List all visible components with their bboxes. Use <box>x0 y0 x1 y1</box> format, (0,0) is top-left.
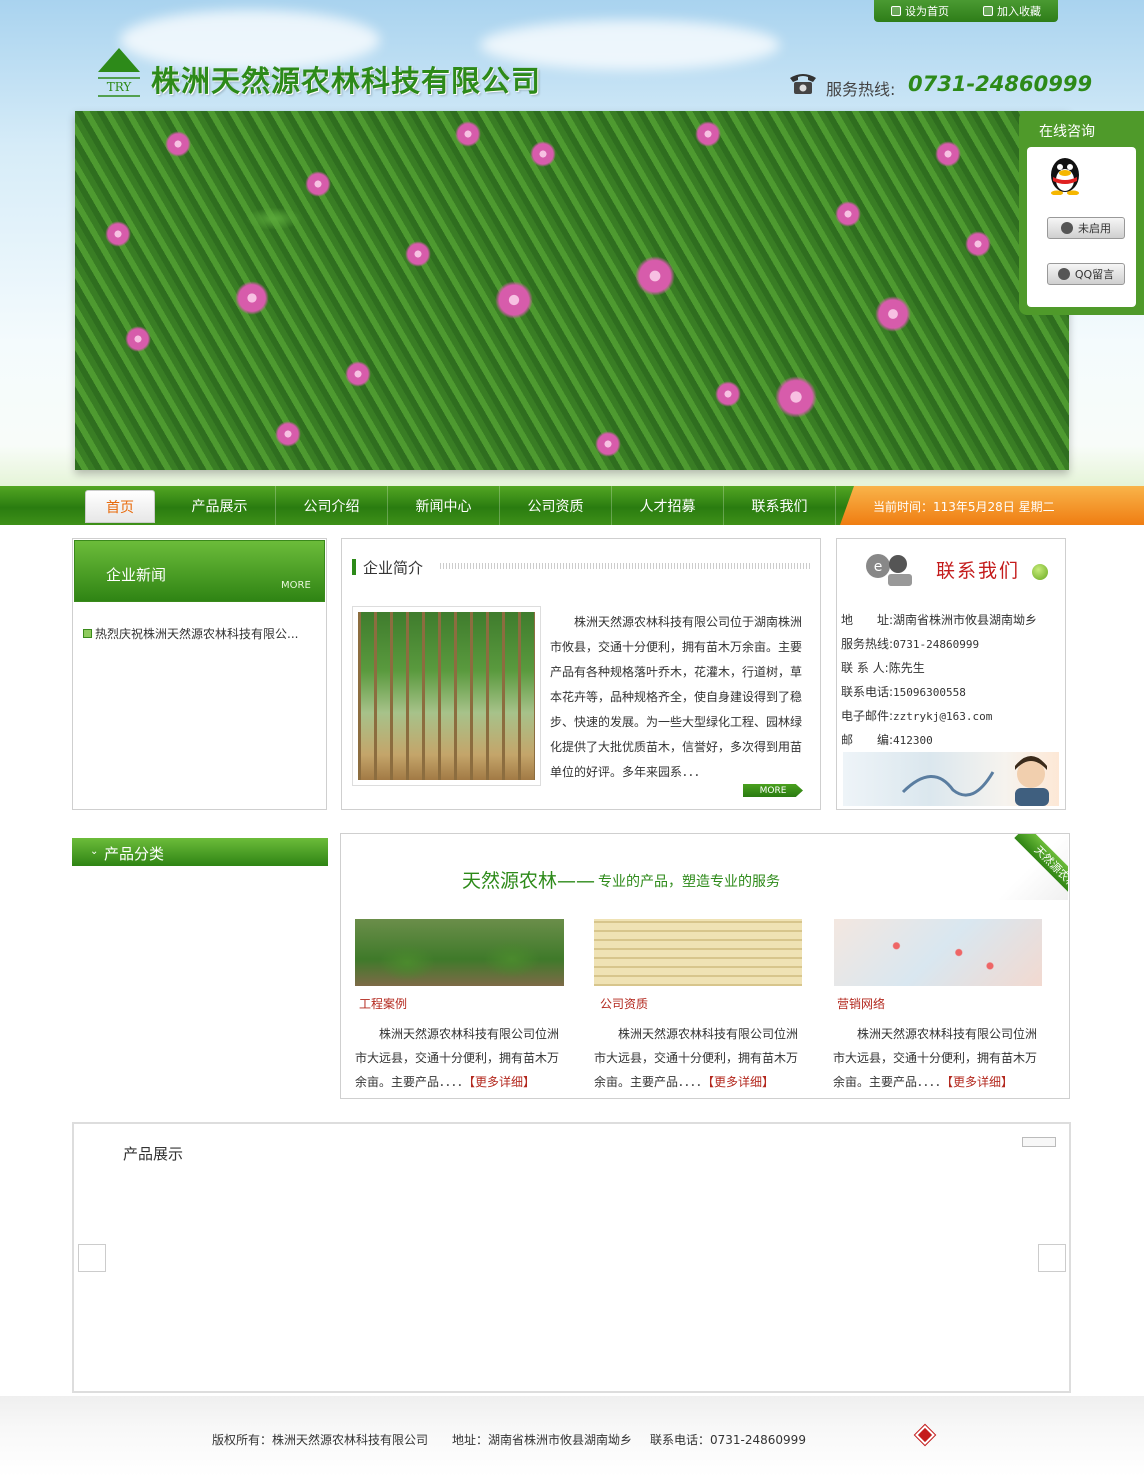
news-more-link[interactable]: MORE <box>281 580 311 591</box>
location-pin-icon <box>1032 564 1048 580</box>
nav-home[interactable]: 首页 <box>85 490 155 523</box>
company-logo[interactable]: TRY <box>96 46 142 100</box>
contact-row-zip: 邮 编:412300 <box>841 733 933 747</box>
qq-small-icon <box>1057 268 1070 280</box>
current-time: 当前时间：113年5月28日 星期二 <box>873 500 1055 514</box>
feature-detail-link[interactable]: 【更多详细】 <box>947 1075 1013 1089</box>
feature-label-qualification[interactable]: 公司资质 <box>600 995 648 1012</box>
contact-row-email: 电子邮件:zztrykj@163.com <box>841 709 993 723</box>
carousel-next-button[interactable] <box>1038 1244 1066 1272</box>
set-home-link[interactable]: 设为首页 <box>891 3 949 19</box>
category-title[interactable]: 产品分类 <box>104 843 164 864</box>
nav-about[interactable]: 公司介绍 <box>276 486 388 525</box>
nav-contact[interactable]: 联系我们 <box>724 486 836 525</box>
chevron-down-icon: ⌄ <box>90 846 99 857</box>
customer-service-image <box>843 752 1059 806</box>
intro-title: 企业简介 <box>363 559 424 577</box>
qq-penguin-icon <box>1051 158 1079 195</box>
contact-row-address: 地 址:湖南省株洲市攸县湖南坳乡 <box>841 613 1038 627</box>
logo-text: TRY <box>107 80 133 94</box>
intro-text: 株洲天然源农林科技有限公司位于湖南株洲市攸县，交通十分便利，拥有苗木万余亩。主要… <box>550 615 803 779</box>
showcase-tab[interactable] <box>1022 1137 1056 1147</box>
news-item[interactable]: 热烈庆祝株洲天然源农林科技有限公... <box>83 625 298 642</box>
hotline-number: 0731-24860999 <box>908 72 1093 96</box>
nav-qualification[interactable]: 公司资质 <box>500 486 612 525</box>
nav-products[interactable]: 产品展示 <box>164 486 276 525</box>
ribbon-text: 天然源农林 <box>1014 834 1068 900</box>
qq-small-icon <box>1061 222 1073 234</box>
showcase-title: 产品展示 <box>123 1145 184 1163</box>
contact-row-phone: 联系电话:15096300558 <box>841 685 966 699</box>
online-consult-panel: 在线咨询 未启用 QQ留言 <box>1019 111 1144 315</box>
home-icon <box>891 6 901 16</box>
email-icon: e <box>866 554 912 586</box>
slogan-main: 天然源农林—— <box>462 870 596 892</box>
qq-message-button[interactable]: QQ留言 <box>1047 263 1125 285</box>
feature-image-network[interactable] <box>834 919 1042 986</box>
hero-banner <box>75 111 1069 470</box>
title-divider <box>440 563 812 569</box>
intro-image <box>352 606 541 786</box>
feature-image-qualification[interactable] <box>594 919 802 986</box>
contact-title: 联系我们 <box>936 560 1021 582</box>
intro-more-button[interactable]: MORE <box>743 784 803 797</box>
customer-service-graphic <box>901 756 1049 806</box>
bullet-icon <box>83 629 92 638</box>
add-favorite-link[interactable]: 加入收藏 <box>983 3 1041 19</box>
top-links-bar: 设为首页 加入收藏 <box>874 0 1058 22</box>
company-name: 株洲天然源农林科技有限公司 <box>151 64 542 98</box>
carousel-prev-button[interactable] <box>78 1244 106 1272</box>
nav-recruit[interactable]: 人才招募 <box>612 486 724 525</box>
contact-row-hotline: 服务热线:0731-24860999 <box>841 637 980 651</box>
feature-detail-link[interactable]: 【更多详细】 <box>708 1075 774 1089</box>
svg-text:e: e <box>874 559 883 575</box>
section-marker <box>352 559 356 575</box>
showcase-box <box>72 1122 1071 1393</box>
feature-text-qualification: 株洲天然源农林科技有限公司位洲市大远县，交通十分便利，拥有苗木万余亩。主要产品．… <box>594 1027 799 1089</box>
corner-ribbon: 天然源农林 <box>996 834 1068 900</box>
feature-image-projects[interactable] <box>355 919 564 986</box>
slogan-sub: 专业的产品，塑造专业的服务 <box>598 874 780 890</box>
feature-detail-link[interactable]: 【更多详细】 <box>469 1075 535 1089</box>
footer-phone: 联系电话：0731-24860999 <box>650 1433 806 1447</box>
hotline-label: 服务热线: <box>826 80 896 99</box>
feature-label-projects[interactable]: 工程案例 <box>359 995 407 1012</box>
footer-address: 地址：湖南省株洲市攸县湖南坳乡 <box>452 1433 633 1447</box>
contact-row-person: 联 系 人:陈先生 <box>841 661 925 675</box>
footer-copyright: 版权所有：株洲天然源农林科技有限公司 <box>212 1433 429 1447</box>
online-consult-body: 未启用 QQ留言 <box>1027 147 1136 307</box>
online-consult-title: 在线咨询 <box>1039 124 1095 140</box>
news-title: 企业新闻 <box>106 566 167 584</box>
feature-text-network: 株洲天然源农林科技有限公司位洲市大远县，交通十分便利，拥有苗木万余亩。主要产品．… <box>833 1027 1038 1089</box>
bookmark-icon <box>983 6 993 16</box>
nav-news[interactable]: 新闻中心 <box>388 486 500 525</box>
feature-text-projects: 株洲天然源农林科技有限公司位洲市大远县，交通十分便利，拥有苗木万余亩。主要产品．… <box>355 1027 560 1089</box>
phone-icon <box>790 74 816 94</box>
feature-label-network[interactable]: 营销网络 <box>837 995 885 1012</box>
qq-status-button[interactable]: 未启用 <box>1047 217 1125 239</box>
